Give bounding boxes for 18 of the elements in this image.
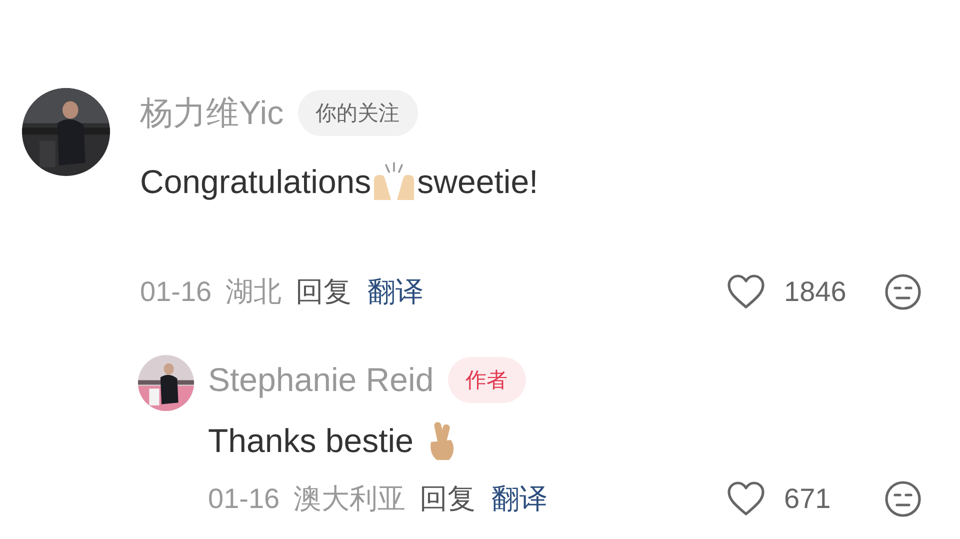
like-count: 671 xyxy=(784,483,831,515)
face-icon[interactable] xyxy=(884,480,922,518)
comment-location: 澳大利亚 xyxy=(294,482,406,516)
comment-location: 湖北 xyxy=(226,275,282,309)
like-count: 1846 xyxy=(784,276,846,308)
translate-link[interactable]: 翻译 xyxy=(492,480,548,518)
face-icon[interactable] xyxy=(884,273,922,311)
heart-icon[interactable] xyxy=(726,481,766,517)
translate-link[interactable]: 翻译 xyxy=(368,273,424,311)
author-badge: 作者 xyxy=(448,357,526,403)
comment-date: 01-16 xyxy=(208,483,280,515)
heart-icon[interactable] xyxy=(726,274,766,310)
reply-link[interactable]: 回复 xyxy=(296,273,352,311)
comment-date: 01-16 xyxy=(140,276,212,308)
comment-text: Congratulations sweetie! xyxy=(140,161,540,204)
reply-link[interactable]: 回复 xyxy=(420,480,476,518)
following-badge: 你的关注 xyxy=(298,90,418,136)
comment-text: Thanks bestie xyxy=(208,419,922,463)
